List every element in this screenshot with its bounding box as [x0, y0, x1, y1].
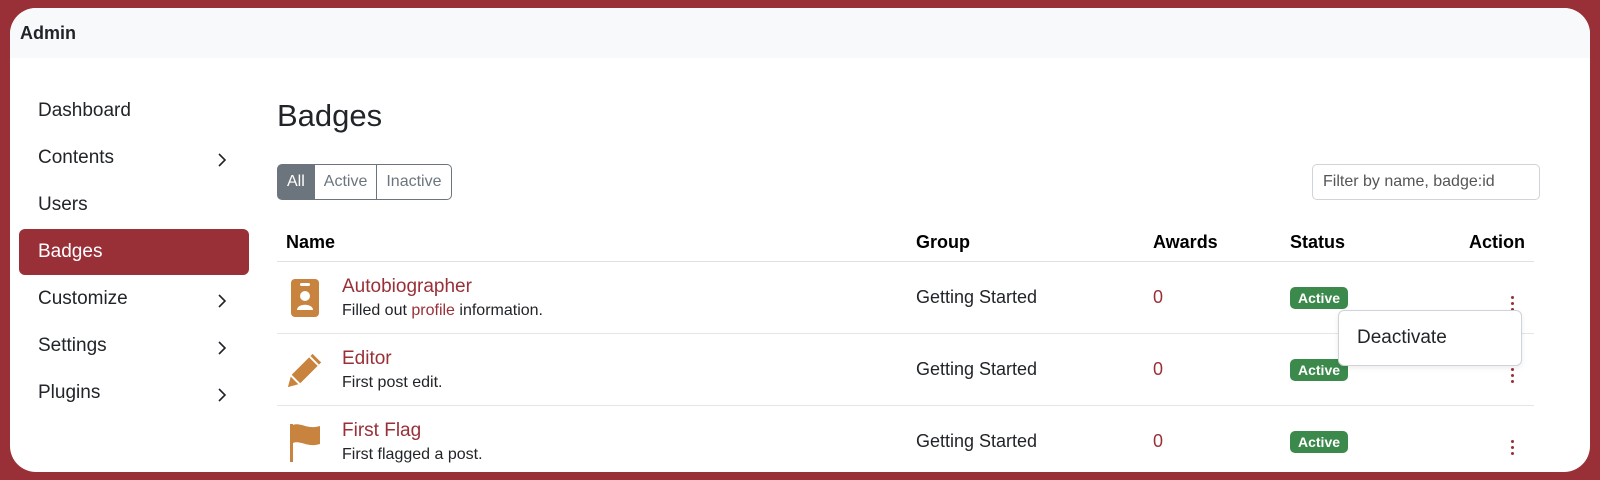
badge-description: First flagged a post.: [342, 445, 483, 463]
table-header-row: Name Group Awards Status Action: [277, 223, 1534, 262]
profile-link[interactable]: profile: [411, 302, 455, 319]
sidebar-item-plugins[interactable]: Plugins: [19, 370, 249, 416]
sidebar-item-label: Dashboard: [38, 100, 131, 121]
kebab-menu-icon[interactable]: [1507, 366, 1518, 385]
kebab-menu-icon[interactable]: [1507, 438, 1518, 457]
deactivate-menu-item[interactable]: Deactivate: [1357, 327, 1447, 349]
sidebar-item-label: Contents: [38, 147, 115, 168]
action-dropdown-menu: Deactivate: [1338, 310, 1522, 366]
table-row: First Flag First flagged a post. Getting…: [277, 405, 1534, 472]
badge-name-link[interactable]: Autobiographer: [342, 276, 543, 298]
sidebar-item-label: Customize: [38, 288, 128, 309]
filter-active-button[interactable]: Active: [313, 164, 378, 200]
badge-description-text: information.: [454, 301, 543, 319]
sidebar-item-label: Users: [38, 194, 88, 215]
column-header-status: Status: [1281, 223, 1439, 262]
main-content: Badges All Active Inactive Name Group Aw…: [275, 68, 1540, 472]
status-badge: Active: [1290, 430, 1349, 453]
sidebar-item-dashboard[interactable]: Dashboard: [19, 88, 249, 134]
badge-description: Filled out profile information.: [342, 302, 543, 320]
awards-count-link[interactable]: 0: [1153, 359, 1163, 379]
badge-name-link[interactable]: First Flag: [342, 420, 483, 442]
pencil-icon: [286, 350, 324, 390]
sidebar-item-badges[interactable]: Badges: [19, 229, 249, 275]
filter-all-button[interactable]: All: [277, 164, 315, 200]
badge-name-link[interactable]: Editor: [342, 348, 442, 370]
sidebar-item-contents[interactable]: Contents: [19, 135, 249, 181]
badge-group: Getting Started: [907, 333, 1144, 406]
status-badge: Active: [1290, 286, 1349, 309]
column-header-action: Action: [1439, 223, 1534, 262]
sidebar-item-label: Plugins: [38, 382, 101, 403]
chevron-right-icon: [217, 153, 227, 167]
badge-group: Getting Started: [907, 405, 1144, 472]
app-title[interactable]: Admin: [20, 23, 76, 44]
column-header-group: Group: [907, 223, 1144, 262]
filter-inactive-button[interactable]: Inactive: [376, 164, 452, 200]
column-header-awards: Awards: [1144, 223, 1281, 262]
sidebar-item-label: Settings: [38, 335, 107, 356]
id-badge-icon: [286, 278, 324, 318]
badge-description: First post edit.: [342, 373, 443, 391]
sidebar-item-users[interactable]: Users: [19, 182, 249, 228]
status-filter-group: All Active Inactive: [277, 164, 452, 200]
column-header-name: Name: [277, 223, 907, 262]
sidebar: Dashboard Contents Users Badges Customiz…: [19, 88, 249, 417]
badge-group: Getting Started: [907, 261, 1144, 334]
badge-filter-input[interactable]: [1312, 164, 1540, 200]
page-title: Badges: [277, 98, 383, 133]
awards-count-link[interactable]: 0: [1153, 287, 1163, 307]
badge-description-text: Filled out: [342, 301, 412, 319]
top-bar: Admin: [10, 8, 1590, 58]
sidebar-item-label: Badges: [38, 241, 103, 262]
admin-window: Admin Dashboard Contents Users Badges Cu…: [10, 8, 1590, 472]
chevron-right-icon: [217, 294, 227, 308]
chevron-right-icon: [217, 341, 227, 355]
sidebar-item-customize[interactable]: Customize: [19, 276, 249, 322]
chevron-right-icon: [217, 388, 227, 402]
awards-count-link[interactable]: 0: [1153, 431, 1163, 451]
sidebar-item-settings[interactable]: Settings: [19, 323, 249, 369]
flag-icon: [286, 422, 324, 462]
